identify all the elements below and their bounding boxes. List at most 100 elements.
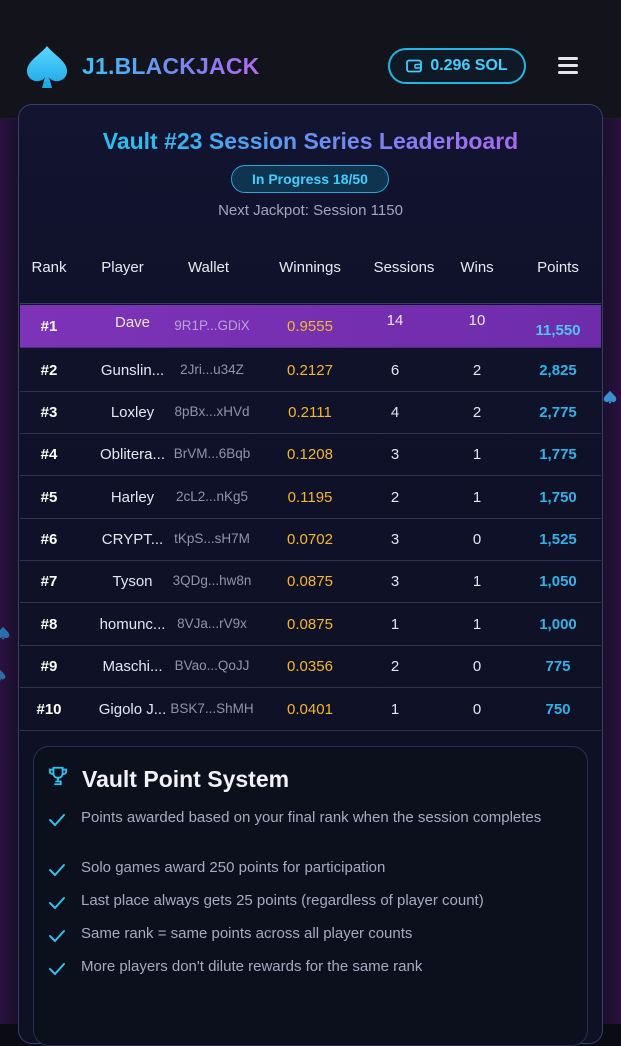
cell-sessions: 3: [390, 446, 400, 463]
cell-sessions: 3: [390, 531, 400, 548]
cell-wallet: 9R1P...GDiX: [174, 318, 250, 333]
next-jackpot: Next Jackpot: Session 1150: [218, 202, 403, 219]
check-icon: [49, 814, 65, 826]
cell-points: 1,050: [539, 573, 577, 590]
table-row[interactable]: #7 Tyson 3QDg...hw8n 0.0875 3 1 1,050: [20, 560, 601, 603]
cell-rank: #3: [40, 404, 58, 421]
cell-points: 11,550: [535, 322, 581, 339]
cell-points: 1,000: [539, 616, 577, 633]
cell-winnings: 0.2127: [287, 362, 333, 379]
column-header-sessions: Sessions: [373, 259, 435, 276]
wallet-balance-button[interactable]: 0.296 SOL: [388, 48, 526, 84]
point-rule: Solo games award 250 points for particip…: [81, 859, 386, 876]
wallet-icon: [406, 59, 423, 73]
cell-wins: 0: [472, 658, 482, 675]
point-rule: Last place always gets 25 points (regard…: [81, 892, 484, 909]
cell-winnings: 0.1208: [287, 446, 333, 463]
cell-wins: 2: [472, 404, 482, 421]
column-header-player: Player: [101, 259, 144, 276]
point-rule: Points awarded based on your final rank …: [81, 809, 542, 826]
cell-sessions: 3: [390, 573, 400, 590]
cell-wallet: BrVM...6Bqb: [173, 446, 251, 461]
cell-winnings: 0.0356: [287, 658, 333, 675]
cell-rank: #2: [40, 362, 58, 379]
cell-rank: #8: [40, 616, 58, 633]
point-system-title: Vault Point System: [82, 766, 290, 792]
header-divider: [20, 303, 601, 304]
cell-winnings: 0.0875: [287, 573, 333, 590]
cell-sessions: 4: [390, 404, 400, 421]
table-row[interactable]: #1 Dave 9R1P...GDiX 0.9555 14 10 11,550: [20, 305, 601, 348]
cell-wallet: 3QDg...hw8n: [172, 573, 252, 588]
check-icon: [49, 930, 65, 942]
cell-rank: #5: [40, 489, 58, 506]
cell-wallet: BVao...QoJJ: [174, 658, 250, 673]
table-row[interactable]: #9 Maschi... BVao...QoJJ 0.0356 2 0 775: [20, 645, 601, 688]
cell-sessions: 1: [390, 616, 400, 633]
column-header-wallet: Wallet: [187, 259, 230, 276]
point-rule: Same rank = same points across all playe…: [81, 925, 413, 942]
cell-wins: 1: [472, 489, 482, 506]
cell-points: 2,775: [539, 404, 577, 421]
cell-rank: #6: [40, 531, 58, 548]
check-icon: [49, 897, 65, 909]
table-row[interactable]: #4 Oblitera... BrVM...6Bqb 0.1208 3 1 1,775: [20, 433, 601, 476]
cell-sessions: 2: [390, 489, 400, 506]
cell-wallet: BSK7...ShMH: [170, 701, 254, 716]
cell-wallet: 2cL2...nKg5: [175, 489, 249, 504]
spade-decoration-icon: [0, 626, 10, 640]
cell-winnings: 0.1195: [287, 489, 333, 506]
cell-winnings: 0.9555: [287, 318, 333, 335]
cell-points: 775: [545, 658, 571, 675]
column-header-points: Points: [537, 259, 579, 276]
wallet-balance: 0.296 SOL: [430, 57, 508, 74]
cell-wins: 1: [472, 573, 482, 590]
cell-rank: #7: [40, 573, 58, 590]
brand-name[interactable]: J1.BLACKJACK: [82, 53, 259, 80]
menu-icon[interactable]: [558, 57, 578, 75]
cell-rank: #10: [36, 701, 62, 718]
cell-wallet: 8VJa...rV9x: [177, 616, 247, 631]
cell-sessions: 2: [390, 658, 400, 675]
cell-winnings: 0.0401: [287, 701, 333, 718]
spade-decoration-icon: [603, 390, 617, 404]
cell-rank: #4: [40, 446, 58, 463]
cell-points: 1,750: [539, 489, 577, 506]
cell-points: 1,525: [539, 531, 577, 548]
leaderboard-title: Vault #23 Session Series Leaderboard: [0, 128, 621, 155]
cell-wins: 2: [472, 362, 482, 379]
cell-wallet: tKpS...sH7M: [174, 531, 250, 546]
column-header-wins: Wins: [460, 259, 494, 276]
cell-winnings: 0.0702: [287, 531, 333, 548]
cell-sessions: 14: [386, 312, 404, 329]
app-header: J1.BLACKJACK 0.296 SOL: [0, 0, 621, 119]
table-row[interactable]: #3 Loxley 8pBx...xHVd 0.2111 4 2 2,775: [20, 391, 601, 434]
cell-rank: #9: [40, 658, 58, 675]
table-row[interactable]: #8 homunc... 8VJa...rV9x 0.0875 1 1 1,000: [20, 603, 601, 646]
cell-sessions: 1: [390, 701, 400, 718]
status-badge: In Progress 18/50: [231, 165, 389, 193]
cell-wins: 0: [472, 531, 482, 548]
cell-points: 750: [545, 701, 571, 718]
spade-logo-icon[interactable]: [24, 44, 70, 90]
table-row[interactable]: #5 Harley 2cL2...nKg5 0.1195 2 1 1,750: [20, 476, 601, 519]
point-rule: More players don't dilute rewards for th…: [81, 958, 423, 975]
column-header-winnings: Winnings: [279, 259, 341, 276]
cell-wins: 0: [472, 701, 482, 718]
cell-rank: #1: [40, 318, 58, 335]
trophy-icon: [48, 766, 68, 786]
cell-wallet: 8pBx...xHVd: [174, 404, 250, 419]
cell-points: 1,775: [539, 446, 577, 463]
cell-sessions: 6: [390, 362, 400, 379]
cell-wins: 10: [468, 312, 486, 329]
column-header-rank: Rank: [31, 259, 67, 276]
cell-winnings: 0.0875: [287, 616, 333, 633]
table-row[interactable]: #10 Gigolo J... BSK7...ShMH 0.0401 1 0 750: [20, 688, 601, 731]
cell-wins: 1: [472, 446, 482, 463]
table-header: Rank Player Wallet Winnings Sessions Win…: [20, 250, 601, 286]
spade-decoration-icon: [0, 669, 6, 681]
check-icon: [49, 963, 65, 975]
cell-wins: 1: [472, 616, 482, 633]
table-row[interactable]: #6 CRYPT... tKpS...sH7M 0.0702 3 0 1,525: [20, 518, 601, 561]
table-row[interactable]: #2 Gunslin... 2Jri...u34Z 0.2127 6 2 2,825: [20, 349, 601, 392]
